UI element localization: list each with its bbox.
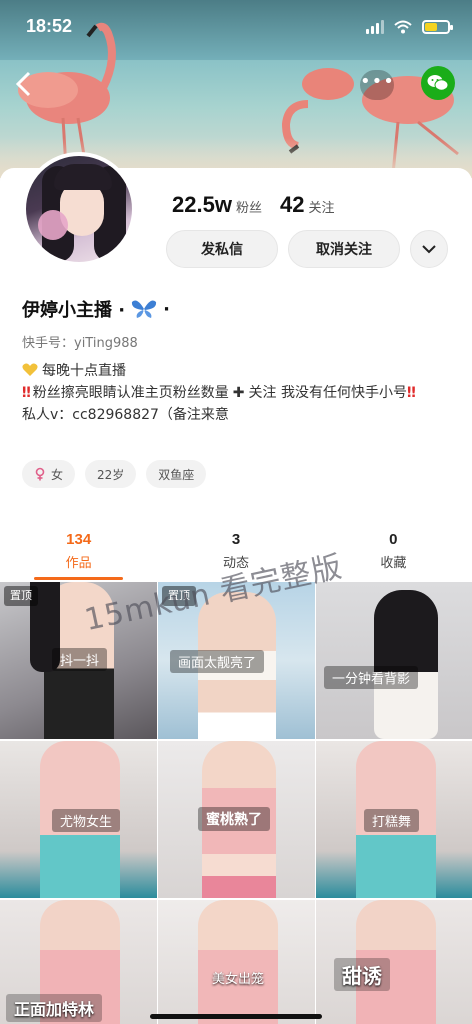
expand-button[interactable] [410, 230, 448, 268]
wechat-share-button[interactable] [421, 66, 455, 100]
send-message-button[interactable]: 发私信 [166, 230, 278, 268]
video-thumbnail[interactable]: 一分钟看背影 [316, 582, 472, 739]
gender-tag: 女 [22, 460, 76, 488]
bio-line-1: 每晚十点直播 [42, 363, 126, 379]
status-bar: 18:52 [0, 0, 472, 56]
more-options-button[interactable]: ••• [360, 70, 394, 100]
followers-stat[interactable]: 22.5w 粉丝 [172, 192, 262, 218]
video-thumbnail[interactable]: 蜜桃熟了 [158, 741, 315, 898]
butterfly-icon [132, 300, 157, 318]
followers-label: 粉丝 [235, 201, 262, 216]
video-thumbnail[interactable]: 尤物女生 [0, 741, 157, 898]
bio-line-2a: 粉丝擦亮眼睛认准主页粉丝数量 [32, 385, 229, 401]
video-thumbnail[interactable]: 甜诱 [316, 900, 472, 1024]
tab-works[interactable]: 134 作品 [0, 520, 157, 582]
tab-favorites-count: 0 [389, 531, 398, 548]
female-icon [35, 467, 45, 481]
wifi-icon [394, 20, 412, 34]
video-caption: 打糕舞 [364, 809, 420, 832]
profile-name-suffix: · [163, 298, 170, 320]
video-grid: 置顶 抖一抖 置顶 画面太靓亮了 一分钟看背影 尤物女生 蜜桃熟了 打糕舞 正面… [0, 582, 472, 1024]
video-thumbnail[interactable]: 美女出笼 [158, 900, 315, 1024]
plus-icon: ✚ [232, 385, 245, 401]
unfollow-button[interactable]: 取消关注 [288, 230, 400, 268]
video-caption: 尤物女生 [52, 809, 121, 832]
video-caption: 正面加特林 [6, 994, 103, 1022]
bio-line-3: 私人v：cc82968827（备注来意 [22, 407, 229, 423]
back-button[interactable] [14, 70, 44, 100]
age-tag: 22岁 [85, 460, 137, 488]
gender-label: 女 [51, 467, 64, 482]
profile-name: 伊婷小主播 · [22, 300, 126, 321]
signal-icon [366, 20, 384, 34]
wechat-icon [427, 75, 449, 91]
followers-count: 22.5w [172, 192, 232, 217]
video-thumbnail[interactable]: 正面加特林 [0, 900, 157, 1024]
status-time: 18:52 [26, 16, 73, 36]
bio-line-2b: 关注 我没有任何快手小号 [248, 385, 407, 401]
double-exclamation-icon-2: ‼ [406, 385, 416, 401]
video-caption: 一分钟看背影 [324, 666, 419, 689]
tab-works-count: 134 [66, 531, 92, 548]
video-caption: 蜜桃熟了 [198, 807, 270, 831]
following-label: 关注 [308, 201, 335, 216]
video-caption: 画面太靓亮了 [170, 650, 265, 673]
home-indicator[interactable] [150, 1014, 322, 1019]
bio: 每晚十点直播 ‼ 粉丝擦亮眼睛认准主页粉丝数量 ✚ 关注 我没有任何快手小号‼ 私人v… [22, 360, 452, 426]
account-id[interactable]: 快手号：yiTing988 [22, 332, 138, 351]
tab-favorites-label: 收藏 [380, 556, 407, 571]
battery-icon [422, 20, 453, 34]
video-caption: 甜诱 [334, 958, 390, 991]
double-exclamation-icon: ‼ [22, 385, 31, 401]
zodiac-tag: 双鱼座 [146, 460, 207, 488]
chevron-left-icon [15, 71, 31, 97]
tab-moments-count: 3 [231, 531, 241, 548]
video-thumbnail[interactable]: 打糕舞 [316, 741, 472, 898]
chevron-down-icon [422, 245, 436, 254]
following-count: 42 [279, 192, 305, 217]
pinned-badge: 置顶 [4, 586, 38, 606]
more-dots-icon: ••• [360, 71, 395, 92]
video-caption: 美女出笼 [212, 972, 265, 987]
avatar[interactable] [22, 152, 136, 266]
tab-works-label: 作品 [65, 556, 92, 571]
yellow-heart-icon [22, 363, 38, 376]
video-caption: 抖一抖 [52, 648, 108, 671]
following-stat[interactable]: 42 关注 [280, 192, 335, 218]
